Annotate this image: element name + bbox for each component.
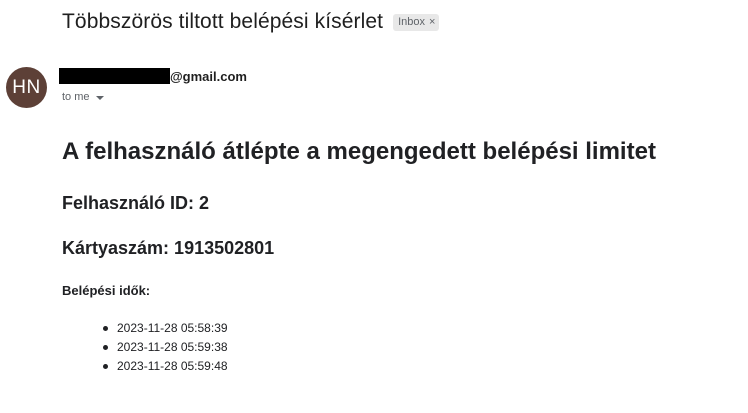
list-item: 2023-11-28 05:58:39 (100, 319, 228, 338)
subject-row: Többszörös tiltott belépési kísérlet Inb… (62, 10, 440, 34)
user-id-line: Felhasználó ID: 2 (62, 193, 210, 213)
redacted-sender-name (59, 68, 170, 84)
remove-label-icon[interactable]: × (429, 16, 435, 29)
email-subject: Többszörös tiltott belépési kísérlet (62, 10, 384, 33)
message-body: A felhasználó átlépte a megengedett belé… (62, 136, 738, 373)
bullet-icon (103, 345, 108, 350)
recipient-label: to me (62, 91, 90, 103)
sender-address-domain[interactable]: @gmail.com (170, 69, 247, 84)
list-item: 2023-11-28 05:59:38 (100, 338, 228, 357)
login-times-label: Belépési idők: (62, 283, 151, 298)
message-heading: A felhasználó átlépte a megengedett belé… (62, 138, 656, 165)
sender-row: @gmail.com (59, 68, 247, 84)
bullet-icon (103, 326, 108, 331)
login-time: 2023-11-28 05:59:38 (117, 340, 228, 354)
login-times-list: 2023-11-28 05:58:39 2023-11-28 05:59:38 … (100, 319, 228, 376)
card-number-line: Kártyaszám: 1913502801 (62, 238, 275, 258)
inbox-label-text: Inbox (398, 15, 426, 28)
bullet-icon (103, 364, 108, 369)
login-time: 2023-11-28 05:59:48 (117, 359, 228, 373)
inbox-label-badge[interactable]: Inbox × (393, 13, 440, 31)
caret-down-icon (95, 95, 104, 100)
sender-avatar[interactable]: HN (6, 67, 47, 108)
list-item: 2023-11-28 05:59:48 (100, 357, 228, 376)
recipient-details-toggle[interactable]: to me (62, 91, 104, 103)
login-time: 2023-11-28 05:58:39 (117, 321, 228, 335)
avatar-initials: HN (12, 76, 41, 98)
email-view: Többszörös tiltott belépési kísérlet Inb… (0, 0, 748, 413)
